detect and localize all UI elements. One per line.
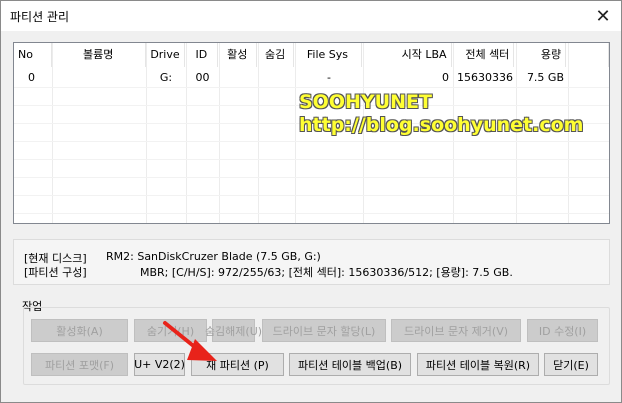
cell-no: 0 (28, 71, 35, 84)
cell-active (219, 69, 258, 87)
disk-info-box: [현재 디스크] RM2: SanDiskCruzer Blade (7.5 G… (13, 239, 610, 285)
watermark-line2: http://blog.soohyunet.com (299, 114, 584, 136)
cell-filesys: - (327, 71, 331, 84)
col-header-total-sectors[interactable]: 전체 섹터 (452, 43, 515, 67)
col-header-hidden[interactable]: 숨김 (257, 43, 295, 67)
cell-total-sectors: 15630336 (457, 71, 513, 84)
grid-line (14, 177, 609, 178)
cell-start-lba: 0 (442, 71, 449, 84)
grid-line (219, 43, 220, 223)
col-header-capacity[interactable]: 용량 (514, 43, 567, 67)
col-header-drive[interactable]: Drive (146, 43, 186, 67)
blog-watermark: SOOHYUNET http://blog.soohyunet.com (299, 91, 583, 137)
watermark-line1: SOOHYUNET (299, 91, 432, 113)
partition-config-label: [파티션 구성] (24, 266, 87, 279)
col-header-filesys[interactable]: File Sys (294, 43, 362, 67)
activate-button[interactable]: 활성화(A) (31, 319, 128, 342)
backup-table-button[interactable]: 파티션 테이블 백업(B) (289, 353, 411, 376)
current-disk-value: RM2: SanDiskCruzer Blade (7.5 GB, G:) (106, 250, 321, 263)
col-header-start-lba[interactable]: 시작 LBA (362, 43, 452, 67)
grid-line (52, 43, 53, 223)
close-icon[interactable]: ✕ (585, 1, 621, 31)
partition-config-value: MBR; [C/H/S]: 972/255/63; [전체 섹터]: 15630… (140, 266, 513, 279)
list-header: No 볼륨명 Drive ID 활성 숨김 File Sys 시작 LBA 전체… (14, 43, 609, 67)
table-row[interactable]: 0 G: 00 - 0 15630336 7.5 GB (14, 69, 609, 87)
title-bar: 파티션 관리 ✕ (1, 1, 621, 31)
grid-line (14, 195, 609, 196)
format-button[interactable]: 파티션 포맷(F) (31, 353, 128, 376)
grid-line (146, 43, 147, 223)
grid-line (14, 213, 609, 214)
edit-id-button[interactable]: ID 수정(I) (527, 319, 598, 342)
col-header-active[interactable]: 활성 (218, 43, 258, 67)
window-title: 파티션 관리 (10, 10, 70, 24)
col-header-id[interactable]: ID (185, 43, 219, 67)
partition-manager-window: 파티션 관리 ✕ No 볼륨명 Drive ID 활성 숨김 File Sys … (0, 0, 622, 403)
cell-id: 00 (195, 71, 210, 84)
assign-letter-button[interactable]: 드라이브 문자 할당(L) (262, 319, 386, 342)
grid-line (295, 43, 296, 223)
grid-line (258, 43, 259, 223)
close-button[interactable]: 닫기(E) (544, 353, 598, 376)
cell-volume (52, 69, 146, 87)
grid-line (186, 43, 187, 223)
col-header-filler (566, 43, 609, 67)
restore-table-button[interactable]: 파티션 테이블 복원(R) (417, 353, 539, 376)
cell-drive: G: (159, 71, 173, 84)
grid-line (14, 159, 609, 160)
col-header-no[interactable]: No (14, 43, 52, 67)
cell-hidden (258, 69, 295, 87)
cell-capacity: 7.5 GB (526, 71, 564, 84)
col-header-volume[interactable]: 볼륨명 (52, 43, 146, 67)
remove-letter-button[interactable]: 드라이브 문자 제거(V) (391, 319, 521, 342)
red-arrow-icon (163, 321, 217, 361)
grid-line (14, 87, 609, 88)
grid-line (14, 141, 609, 142)
